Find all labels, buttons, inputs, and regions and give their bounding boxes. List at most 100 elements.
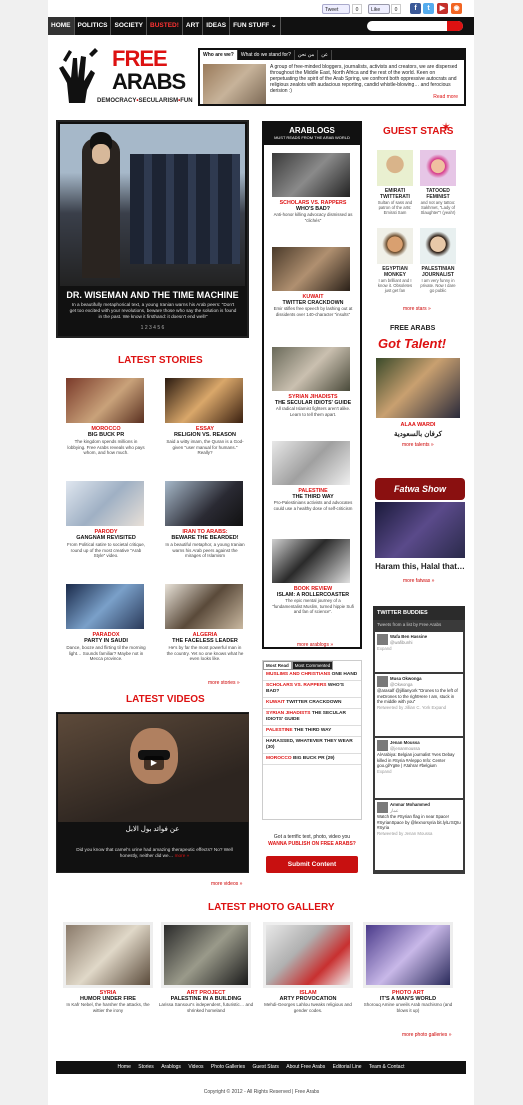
- story-card[interactable]: ALGERIA THE FACELESS LEADER He's by far …: [165, 584, 245, 662]
- nav-ideas[interactable]: IDEAS: [203, 17, 231, 35]
- tab-who-are-we[interactable]: Who are we?: [200, 50, 238, 60]
- story-card[interactable]: PARODY GANGNAM REVISITED From Political …: [66, 481, 146, 559]
- hero-face: [92, 144, 110, 164]
- story-card[interactable]: IRAN TO ARABS: BEWARE THE BEARDED! In a …: [165, 481, 245, 559]
- twitter-icon[interactable]: t: [423, 3, 434, 14]
- gallery-card[interactable]: PHOTO ART IT'S A MAN'S WORLD Shorouq Amine…: [360, 922, 456, 1013]
- nav-politics[interactable]: POLITICS: [75, 17, 112, 35]
- search-input[interactable]: [367, 21, 463, 31]
- arablog-item[interactable]: KUWAIT TWITTER CRACKDOWN Emir stifles free…: [272, 247, 354, 317]
- like-button[interactable]: Like: [368, 4, 390, 14]
- facebook-icon[interactable]: f: [410, 3, 421, 14]
- more-stars-link[interactable]: more stars »: [403, 306, 431, 312]
- fatwa-thumbnail[interactable]: [375, 502, 465, 558]
- fatwa-caption[interactable]: Haram this, Halal that…: [375, 562, 465, 571]
- guest-star-card[interactable]: EMIRATI TWITTERATI Sultan of sass and pat…: [375, 150, 415, 215]
- tweet-button[interactable]: Tweet: [322, 4, 350, 14]
- hero-slider[interactable]: DR. WISEMAN AND THE TIME MACHINE In a be…: [56, 120, 249, 338]
- nav-busted[interactable]: BUSTED!: [147, 17, 183, 35]
- tweet-expand[interactable]: Expand: [377, 646, 461, 652]
- nav-society[interactable]: SOCIETY: [111, 17, 148, 35]
- story-card[interactable]: ESSAY RELIGION VS. REASON Said a witty i…: [165, 378, 245, 456]
- story-card[interactable]: MOROCCO BIG BUCK PR The kingdom spends m…: [66, 378, 146, 456]
- tweet-expand[interactable]: Retweeted by Jillian C. York Expand: [377, 705, 461, 711]
- most-read-item[interactable]: MOROCCO BIG BUCK PR (29): [263, 754, 361, 765]
- arablog-item[interactable]: BOOK REVIEW ISLAM: A ROLLERCOASTER The epi…: [272, 539, 354, 615]
- tweet[interactable]: Musa Okwonga @Okwonga @arasalf @jillianyor…: [375, 674, 463, 736]
- arablog-item[interactable]: SCHOLARS VS. RAPPERS WHO'S BAD? Anti-honor…: [272, 153, 354, 223]
- story-title[interactable]: BIG BUCK PR: [66, 432, 146, 438]
- story-title[interactable]: RELIGION VS. REASON: [165, 432, 245, 438]
- guest-name[interactable]: EMIRATI TWITTERATI: [375, 188, 415, 200]
- tweet[interactable]: Jenan Moussa @jenanmoussa AlArabiya: Belgi…: [375, 738, 463, 798]
- rss-icon[interactable]: ◉: [451, 3, 462, 14]
- gallery-card[interactable]: SYRIA HUMOR UNDER FIRE In Kafr Nebel, the …: [60, 922, 156, 1013]
- more-stories-link[interactable]: more stories »: [208, 680, 240, 686]
- most-read-item[interactable]: PALESTINE THE THIRD WAY: [263, 726, 361, 737]
- footer-link-videos[interactable]: Videos: [188, 1064, 203, 1070]
- video-more-link[interactable]: more »: [175, 853, 190, 858]
- arablog-item[interactable]: PALESTINE THE THIRD WAY Pro-Palestinians a…: [272, 441, 354, 511]
- tweet-expand[interactable]: Expand: [377, 769, 461, 775]
- youtube-icon[interactable]: ▶: [437, 3, 448, 14]
- most-read-item[interactable]: HARASSED, WHATEVER THEY WEAR (30): [263, 737, 361, 754]
- more-talents-link[interactable]: more talents »: [402, 442, 434, 448]
- more-fatwas-link[interactable]: more fatwas »: [403, 578, 434, 584]
- more-photo-galleries-link[interactable]: more photo galleries »: [402, 1032, 451, 1038]
- nav-home[interactable]: HOME: [48, 17, 75, 35]
- most-read-item[interactable]: SYRIAN JIHADISTS THE SECULAR IDIOTS' GUI…: [263, 709, 361, 726]
- more-arablogs-link[interactable]: more arablogs »: [297, 642, 333, 648]
- footer-link-guest-stars[interactable]: Guest Stars: [253, 1064, 279, 1070]
- tagline-democracy: DEMOCRACY: [97, 98, 137, 104]
- copyright: Copyright © 2012 - All Rights Reserved |…: [203, 1089, 320, 1095]
- talent-title2: Got Talent!: [378, 336, 447, 351]
- gallery-card[interactable]: ISLAM ARTY PROVOCATION Mehdi-Georges Lahlo…: [260, 922, 356, 1013]
- tweet[interactable]: Ammar Mohammed عمار Watch the #Syrian flag…: [375, 800, 463, 870]
- tweet-expand[interactable]: Retweeted by Jenan Moussa: [377, 831, 461, 837]
- video-player[interactable]: ▶ عن فوائد بول الابل Did you know that c…: [56, 712, 249, 873]
- story-title[interactable]: PARTY IN SAUDI: [66, 638, 146, 644]
- hero-pagination[interactable]: 1 2 3 4 5 6: [58, 325, 247, 331]
- gallery-card[interactable]: ART PROJECT PALESTINE IN A BUILDING Lariss…: [158, 922, 254, 1013]
- tweet[interactable]: Wafa Ben Hassine @wafibunhi Expand: [375, 632, 463, 672]
- search-button[interactable]: [447, 21, 463, 31]
- talent-video-thumbnail[interactable]: [376, 358, 460, 418]
- story-title[interactable]: THE FACELESS LEADER: [165, 638, 245, 644]
- tab-arabic-who[interactable]: من نحن: [295, 50, 319, 60]
- guest-star-card[interactable]: TATOOED FEMINIST and not any tattoo: Sakh…: [418, 150, 458, 215]
- footer-link-editorial-line[interactable]: Editorial Line: [333, 1064, 362, 1070]
- tab-most-commented[interactable]: Most Commented: [291, 661, 334, 670]
- play-icon[interactable]: ▶: [144, 756, 164, 770]
- footer-link-team-contact[interactable]: Team & Contact: [369, 1064, 405, 1070]
- footer-link-about[interactable]: About Free Arabs: [286, 1064, 325, 1070]
- submit-content-button[interactable]: Submit Content: [266, 856, 358, 873]
- guest-star-card[interactable]: EGYPTIAN MONKEY I am brilliant and I know…: [375, 228, 415, 293]
- story-image: [165, 378, 243, 423]
- guest-avatar: [377, 150, 413, 186]
- talent-name[interactable]: ALAA WARDI: [376, 422, 460, 428]
- who-read-more-link[interactable]: Read more: [433, 94, 458, 100]
- footer-link-photo-galleries[interactable]: Photo Galleries: [211, 1064, 245, 1070]
- most-read-item[interactable]: MUSLIMS AND CHRISTIANS ONE HAND: [263, 670, 361, 681]
- nav-art[interactable]: ART: [183, 17, 204, 35]
- guest-name[interactable]: PALESTINIAN JOURNALIST: [418, 266, 458, 278]
- story-card[interactable]: PARADOX PARTY IN SAUDI Dance, booze and …: [66, 584, 146, 662]
- guest-name[interactable]: EGYPTIAN MONKEY: [375, 266, 415, 278]
- footer-link-home[interactable]: Home: [118, 1064, 131, 1070]
- story-title[interactable]: BEWARE THE BEARDED!: [165, 535, 245, 541]
- most-read-item[interactable]: SCHOLARS VS. RAPPERS WHO'S BAD?: [263, 681, 361, 698]
- arablog-item[interactable]: SYRIAN JIHADISTS THE SECULAR IDIOTS' GUID…: [272, 347, 354, 417]
- guest-star-card[interactable]: PALESTINIAN JOURNALIST I am very funny in…: [418, 228, 458, 293]
- hero-title[interactable]: DR. WISEMAN AND THE TIME MACHINE: [58, 290, 247, 300]
- guest-name[interactable]: TATOOED FEMINIST: [418, 188, 458, 200]
- footer-link-arablogs[interactable]: Arablogs: [161, 1064, 181, 1070]
- most-read-item[interactable]: KUWAIT TWITTER CRACKDOWN: [263, 698, 361, 709]
- submit-prompt-link[interactable]: WANNA PUBLISH ON FREE ARABS?: [262, 841, 362, 847]
- tab-most-read[interactable]: Most Read: [263, 661, 292, 670]
- story-title[interactable]: GANGNAM REVISITED: [66, 535, 146, 541]
- footer-link-stories[interactable]: Stories: [138, 1064, 154, 1070]
- tab-arabic-about[interactable]: عن: [318, 50, 332, 60]
- nav-fun-stuff[interactable]: FUN STUFF ⌄: [230, 17, 281, 35]
- more-videos-link[interactable]: more videos »: [211, 881, 242, 887]
- tab-what-we-stand-for[interactable]: What do we stand for?: [238, 50, 295, 60]
